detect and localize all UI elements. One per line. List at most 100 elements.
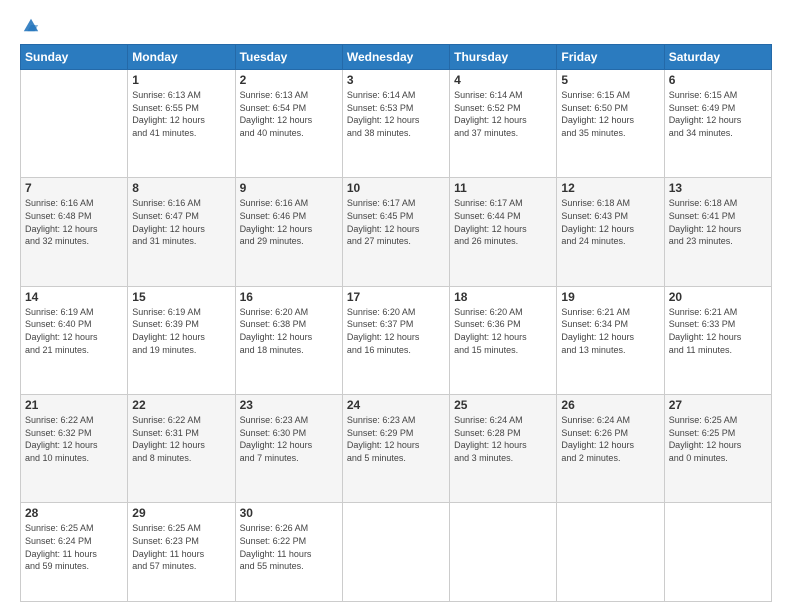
- calendar-cell: 22 Sunrise: 6:22 AM Sunset: 6:31 PM Dayli…: [128, 395, 235, 503]
- day-number: 8: [132, 181, 230, 195]
- day-info: Sunrise: 6:21 AM Sunset: 6:34 PM Dayligh…: [561, 306, 659, 356]
- calendar-cell: 1 Sunrise: 6:13 AM Sunset: 6:55 PM Daylig…: [128, 70, 235, 178]
- calendar-cell: 26Sunrise: 6:24 AM Sunset: 6:26 PM Dayli…: [557, 395, 664, 503]
- calendar-week-row: 28 Sunrise: 6:25 AM Sunset: 6:24 PM Dayli…: [21, 503, 772, 602]
- day-info: Sunrise: 6:19 AM Sunset: 6:39 PM Dayligh…: [132, 306, 230, 356]
- day-info: Sunrise: 6:19 AM Sunset: 6:40 PM Dayligh…: [25, 306, 123, 356]
- day-number: 23: [240, 398, 338, 412]
- day-number: 26: [561, 398, 659, 412]
- day-number: 6: [669, 73, 767, 87]
- calendar-cell: [342, 503, 449, 602]
- day-number: 30: [240, 506, 338, 520]
- logo-text: [20, 18, 40, 36]
- calendar-cell: [664, 503, 771, 602]
- calendar-cell: 4 Sunrise: 6:14 AM Sunset: 6:52 PM Daylig…: [450, 70, 557, 178]
- day-info: Sunrise: 6:25 AM Sunset: 6:24 PM Dayligh…: [25, 522, 123, 572]
- calendar-cell: 18Sunrise: 6:20 AM Sunset: 6:36 PM Dayli…: [450, 286, 557, 394]
- day-info: Sunrise: 6:23 AM Sunset: 6:30 PM Dayligh…: [240, 414, 338, 464]
- day-info: Sunrise: 6:16 AM Sunset: 6:46 PM Dayligh…: [240, 197, 338, 247]
- day-number: 28: [25, 506, 123, 520]
- day-info: Sunrise: 6:22 AM Sunset: 6:31 PM Dayligh…: [132, 414, 230, 464]
- calendar-cell: 5Sunrise: 6:15 AM Sunset: 6:50 PM Daylig…: [557, 70, 664, 178]
- calendar-header-monday: Monday: [128, 45, 235, 70]
- calendar-cell: 15 Sunrise: 6:19 AM Sunset: 6:39 PM Dayli…: [128, 286, 235, 394]
- day-info: Sunrise: 6:17 AM Sunset: 6:44 PM Dayligh…: [454, 197, 552, 247]
- calendar-header-wednesday: Wednesday: [342, 45, 449, 70]
- day-number: 16: [240, 290, 338, 304]
- calendar-cell: 24Sunrise: 6:23 AM Sunset: 6:29 PM Dayli…: [342, 395, 449, 503]
- day-number: 2: [240, 73, 338, 87]
- day-number: 5: [561, 73, 659, 87]
- calendar-cell: 12 Sunrise: 6:18 AM Sunset: 6:43 PM Dayli…: [557, 178, 664, 286]
- calendar-cell: 16 Sunrise: 6:20 AM Sunset: 6:38 PM Dayli…: [235, 286, 342, 394]
- day-info: Sunrise: 6:22 AM Sunset: 6:32 PM Dayligh…: [25, 414, 123, 464]
- day-number: 25: [454, 398, 552, 412]
- day-number: 29: [132, 506, 230, 520]
- day-info: Sunrise: 6:14 AM Sunset: 6:52 PM Dayligh…: [454, 89, 552, 139]
- day-number: 4: [454, 73, 552, 87]
- calendar-week-row: 7Sunrise: 6:16 AM Sunset: 6:48 PM Daylig…: [21, 178, 772, 286]
- calendar-cell: 13Sunrise: 6:18 AM Sunset: 6:41 PM Dayli…: [664, 178, 771, 286]
- calendar-cell: 28 Sunrise: 6:25 AM Sunset: 6:24 PM Dayli…: [21, 503, 128, 602]
- day-info: Sunrise: 6:24 AM Sunset: 6:28 PM Dayligh…: [454, 414, 552, 464]
- calendar-cell: 23 Sunrise: 6:23 AM Sunset: 6:30 PM Dayli…: [235, 395, 342, 503]
- day-info: Sunrise: 6:14 AM Sunset: 6:53 PM Dayligh…: [347, 89, 445, 139]
- calendar-cell: 17 Sunrise: 6:20 AM Sunset: 6:37 PM Dayli…: [342, 286, 449, 394]
- day-number: 20: [669, 290, 767, 304]
- logo: [20, 18, 40, 36]
- calendar-header-tuesday: Tuesday: [235, 45, 342, 70]
- calendar-week-row: 1 Sunrise: 6:13 AM Sunset: 6:55 PM Daylig…: [21, 70, 772, 178]
- calendar-header-thursday: Thursday: [450, 45, 557, 70]
- calendar-cell: [557, 503, 664, 602]
- day-number: 17: [347, 290, 445, 304]
- day-number: 22: [132, 398, 230, 412]
- header: [20, 18, 772, 36]
- day-info: Sunrise: 6:26 AM Sunset: 6:22 PM Dayligh…: [240, 522, 338, 572]
- calendar-week-row: 14 Sunrise: 6:19 AM Sunset: 6:40 PM Dayli…: [21, 286, 772, 394]
- day-number: 1: [132, 73, 230, 87]
- day-number: 10: [347, 181, 445, 195]
- day-number: 11: [454, 181, 552, 195]
- calendar-table: SundayMondayTuesdayWednesdayThursdayFrid…: [20, 44, 772, 602]
- calendar-cell: 2Sunrise: 6:13 AM Sunset: 6:54 PM Daylig…: [235, 70, 342, 178]
- calendar-cell: 6 Sunrise: 6:15 AM Sunset: 6:49 PM Daylig…: [664, 70, 771, 178]
- day-number: 21: [25, 398, 123, 412]
- calendar-cell: [450, 503, 557, 602]
- day-number: 13: [669, 181, 767, 195]
- day-info: Sunrise: 6:25 AM Sunset: 6:23 PM Dayligh…: [132, 522, 230, 572]
- page: SundayMondayTuesdayWednesdayThursdayFrid…: [0, 0, 792, 612]
- day-info: Sunrise: 6:20 AM Sunset: 6:38 PM Dayligh…: [240, 306, 338, 356]
- day-info: Sunrise: 6:20 AM Sunset: 6:37 PM Dayligh…: [347, 306, 445, 356]
- day-number: 15: [132, 290, 230, 304]
- calendar-header-friday: Friday: [557, 45, 664, 70]
- day-number: 27: [669, 398, 767, 412]
- day-info: Sunrise: 6:23 AM Sunset: 6:29 PM Dayligh…: [347, 414, 445, 464]
- day-info: Sunrise: 6:15 AM Sunset: 6:49 PM Dayligh…: [669, 89, 767, 139]
- calendar-cell: 8Sunrise: 6:16 AM Sunset: 6:47 PM Daylig…: [128, 178, 235, 286]
- day-info: Sunrise: 6:13 AM Sunset: 6:55 PM Dayligh…: [132, 89, 230, 139]
- calendar-header-saturday: Saturday: [664, 45, 771, 70]
- day-number: 12: [561, 181, 659, 195]
- calendar-cell: 30 Sunrise: 6:26 AM Sunset: 6:22 PM Dayli…: [235, 503, 342, 602]
- day-info: Sunrise: 6:21 AM Sunset: 6:33 PM Dayligh…: [669, 306, 767, 356]
- day-info: Sunrise: 6:17 AM Sunset: 6:45 PM Dayligh…: [347, 197, 445, 247]
- day-number: 19: [561, 290, 659, 304]
- calendar-week-row: 21 Sunrise: 6:22 AM Sunset: 6:32 PM Dayli…: [21, 395, 772, 503]
- calendar-cell: 10 Sunrise: 6:17 AM Sunset: 6:45 PM Dayli…: [342, 178, 449, 286]
- calendar-cell: 20 Sunrise: 6:21 AM Sunset: 6:33 PM Dayli…: [664, 286, 771, 394]
- calendar-cell: 19 Sunrise: 6:21 AM Sunset: 6:34 PM Dayli…: [557, 286, 664, 394]
- calendar-cell: 25 Sunrise: 6:24 AM Sunset: 6:28 PM Dayli…: [450, 395, 557, 503]
- day-number: 14: [25, 290, 123, 304]
- calendar-cell: 21 Sunrise: 6:22 AM Sunset: 6:32 PM Dayli…: [21, 395, 128, 503]
- calendar-header-row: SundayMondayTuesdayWednesdayThursdayFrid…: [21, 45, 772, 70]
- calendar-cell: 9Sunrise: 6:16 AM Sunset: 6:46 PM Daylig…: [235, 178, 342, 286]
- day-info: Sunrise: 6:16 AM Sunset: 6:48 PM Dayligh…: [25, 197, 123, 247]
- day-info: Sunrise: 6:18 AM Sunset: 6:43 PM Dayligh…: [561, 197, 659, 247]
- calendar-cell: 7Sunrise: 6:16 AM Sunset: 6:48 PM Daylig…: [21, 178, 128, 286]
- calendar-header-sunday: Sunday: [21, 45, 128, 70]
- logo-icon: [22, 16, 40, 34]
- calendar-cell: 11 Sunrise: 6:17 AM Sunset: 6:44 PM Dayli…: [450, 178, 557, 286]
- calendar-cell: 29 Sunrise: 6:25 AM Sunset: 6:23 PM Dayli…: [128, 503, 235, 602]
- calendar-cell: 27Sunrise: 6:25 AM Sunset: 6:25 PM Dayli…: [664, 395, 771, 503]
- calendar-cell: 3Sunrise: 6:14 AM Sunset: 6:53 PM Daylig…: [342, 70, 449, 178]
